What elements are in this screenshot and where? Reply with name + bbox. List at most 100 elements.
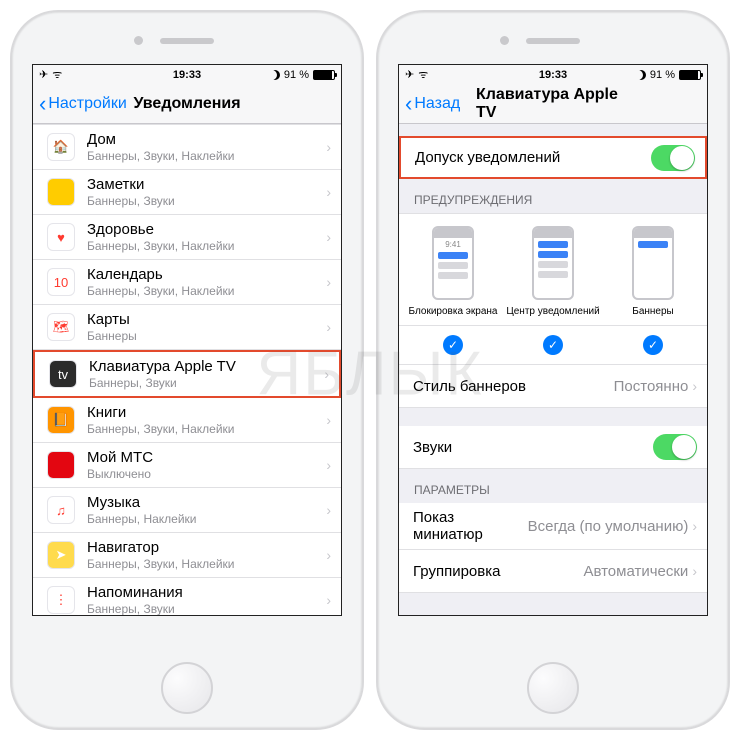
camera-dot (134, 36, 143, 45)
app-name: Дом (87, 131, 326, 148)
app-row-5[interactable]: tv Клавиатура Apple TVБаннеры, Звуки› (33, 350, 341, 398)
show-previews-label: Показ миниатюр (413, 509, 528, 543)
app-row-2[interactable]: ♥ ЗдоровьеБаннеры, Звуки, Наклейки› (33, 215, 341, 260)
notifications-app-list[interactable]: 🏠ДомБаннеры, Звуки, Наклейки›ЗаметкиБанн… (33, 124, 341, 615)
page-title: Клавиатура Apple TV (476, 86, 630, 122)
app-row-0[interactable]: 🏠 ДомБаннеры, Звуки, Наклейки› (33, 124, 341, 170)
chevron-right-icon: › (692, 518, 697, 534)
app-sub: Баннеры, Звуки, Наклейки (87, 239, 326, 253)
app-name: Клавиатура Apple TV (89, 358, 324, 375)
app-icon: ⋮ (47, 586, 75, 614)
check-center[interactable]: ✓ (543, 335, 563, 355)
battery-icon (679, 70, 701, 80)
app-row-9[interactable]: ➤НавигаторБаннеры, Звуки, Наклейки› (33, 533, 341, 578)
app-sub: Баннеры (87, 329, 326, 343)
chevron-right-icon: › (326, 184, 331, 200)
app-icon: ➤ (47, 541, 75, 569)
alert-checks-row: ✓ ✓ ✓ (399, 326, 707, 365)
app-sub: Баннеры, Звуки, Наклейки (87, 149, 326, 163)
sounds-row[interactable]: Звуки (399, 426, 707, 469)
app-name: Напоминания (87, 584, 326, 601)
alert-lockscreen-label: Блокировка экрана (409, 306, 498, 317)
chevron-right-icon: › (326, 229, 331, 245)
dnd-icon (636, 70, 646, 80)
app-name: Здоровье (87, 221, 326, 238)
app-icon: 🏠 (47, 133, 75, 161)
show-previews-value: Всегда (по умолчанию) (528, 518, 689, 535)
app-row-10[interactable]: ⋮НапоминанияБаннеры, Звуки› (33, 578, 341, 615)
check-lockscreen[interactable]: ✓ (443, 335, 463, 355)
phone-right: ✈ ᯤ 19:33 91 % ‹ Назад Клавиатура Apple … (376, 10, 730, 730)
grouping-label: Группировка (413, 563, 583, 580)
sounds-label: Звуки (413, 439, 653, 456)
banners-preview-icon (632, 226, 674, 300)
allow-notifications-label: Допуск уведомлений (415, 149, 651, 166)
alert-lockscreen[interactable]: 9:41 Блокировка экрана (404, 226, 503, 317)
battery-pct: 91 % (650, 69, 675, 81)
notification-settings-content[interactable]: Допуск уведомлений ПРЕДУПРЕЖДЕНИЯ 9:41 Б… (399, 124, 707, 615)
chevron-right-icon: › (324, 366, 329, 382)
app-row-4[interactable]: 🗺КартыБаннеры› (33, 305, 341, 350)
camera-dot (500, 36, 509, 45)
back-button[interactable]: ‹ Назад (405, 93, 460, 115)
home-button[interactable] (161, 662, 213, 714)
app-row-8[interactable]: ♫МузыкаБаннеры, Наклейки› (33, 488, 341, 533)
show-previews-row[interactable]: Показ миниатюр Всегда (по умолчанию) › (399, 503, 707, 550)
app-name: Музыка (87, 494, 326, 511)
app-row-7[interactable]: Мой МТСВыключено› (33, 443, 341, 488)
grouping-row[interactable]: Группировка Автоматически › (399, 550, 707, 593)
app-row-1[interactable]: ЗаметкиБаннеры, Звуки› (33, 170, 341, 215)
app-row-6[interactable]: 📙КнигиБаннеры, Звуки, Наклейки› (33, 398, 341, 443)
sounds-toggle[interactable] (653, 434, 697, 460)
app-name: Заметки (87, 176, 326, 193)
chevron-right-icon: › (326, 412, 331, 428)
app-name: Мой МТС (87, 449, 326, 466)
app-name: Навигатор (87, 539, 326, 556)
back-button[interactable]: ‹ Настройки (39, 93, 127, 115)
chevron-right-icon: › (326, 139, 331, 155)
app-icon (47, 451, 75, 479)
app-icon: tv (49, 360, 77, 388)
nav-bar: ‹ Назад Клавиатура Apple TV (399, 84, 707, 124)
app-name: Карты (87, 311, 326, 328)
app-icon: 📙 (47, 406, 75, 434)
speaker-slot (526, 38, 580, 44)
params-header: ПАРАМЕТРЫ (399, 469, 707, 503)
home-button[interactable] (527, 662, 579, 714)
grouping-value: Автоматически (583, 563, 688, 580)
back-label: Назад (414, 95, 460, 113)
center-preview-icon (532, 226, 574, 300)
chevron-right-icon: › (692, 378, 697, 394)
wifi-icon: ᯤ (418, 67, 428, 82)
allow-notifications-toggle[interactable] (651, 145, 695, 171)
app-sub: Выключено (87, 467, 326, 481)
alert-banners[interactable]: Баннеры (604, 226, 703, 317)
airplane-icon: ✈ (405, 68, 414, 81)
app-name: Книги (87, 404, 326, 421)
chevron-right-icon: › (326, 274, 331, 290)
battery-icon (313, 70, 335, 80)
alert-style-row: 9:41 Блокировка экрана Центр уведомлений (399, 213, 707, 326)
app-name: Календарь (87, 266, 326, 283)
app-icon: ♥ (47, 223, 75, 251)
app-sub: Баннеры, Звуки (89, 376, 324, 390)
banner-style-row[interactable]: Стиль баннеров Постоянно › (399, 365, 707, 408)
app-sub: Баннеры, Наклейки (87, 512, 326, 526)
app-icon (47, 178, 75, 206)
screen-right: ✈ ᯤ 19:33 91 % ‹ Назад Клавиатура Apple … (398, 64, 708, 616)
chevron-left-icon: ‹ (405, 93, 412, 115)
app-sub: Баннеры, Звуки, Наклейки (87, 557, 326, 571)
chevron-left-icon: ‹ (39, 93, 46, 115)
alert-notification-center[interactable]: Центр уведомлений (504, 226, 603, 317)
phone-left: ✈ ᯤ 19:33 91 % ‹ Настройки Уведомления 🏠… (10, 10, 364, 730)
alert-banners-label: Баннеры (632, 306, 673, 317)
nav-bar: ‹ Настройки Уведомления (33, 84, 341, 124)
banner-style-value: Постоянно (614, 378, 689, 395)
app-row-3[interactable]: 10КалендарьБаннеры, Звуки, Наклейки› (33, 260, 341, 305)
allow-notifications-row[interactable]: Допуск уведомлений (399, 136, 707, 179)
lockscreen-preview-icon: 9:41 (432, 226, 474, 300)
dnd-icon (270, 70, 280, 80)
alerts-header: ПРЕДУПРЕЖДЕНИЯ (399, 179, 707, 213)
check-banners[interactable]: ✓ (643, 335, 663, 355)
app-icon: 🗺 (47, 313, 75, 341)
